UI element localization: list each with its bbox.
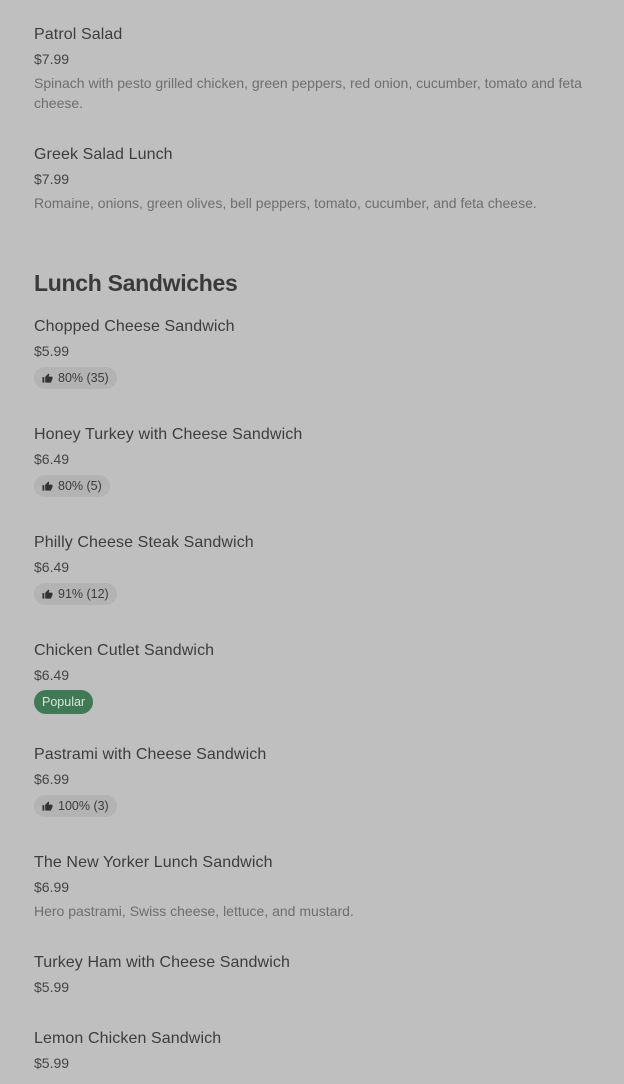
item-price: $7.99 xyxy=(34,171,70,187)
item-price: $6.99 xyxy=(34,771,70,787)
menu-item-honey-turkey-sandwich[interactable]: Honey Turkey with Cheese Sandwich $6.49 … xyxy=(34,425,600,497)
rating-pill: 80% (5) xyxy=(34,475,110,497)
menu-item-greek-salad-lunch[interactable]: Greek Salad Lunch $7.99 Romaine, onions,… xyxy=(34,145,600,213)
rating-pill: 91% (12) xyxy=(34,583,117,605)
popular-badge: Popular xyxy=(34,690,94,714)
item-price: $6.99 xyxy=(34,879,70,895)
item-description: Hero pastrami, Swiss cheese, lettuce, an… xyxy=(34,903,354,919)
item-price: $5.99 xyxy=(34,343,70,359)
item-name: Honey Turkey with Cheese Sandwich xyxy=(34,426,303,443)
item-name: Chicken Cutlet Sandwich xyxy=(34,642,215,659)
item-name: Pastrami with Cheese Sandwich xyxy=(34,746,267,763)
item-price: $5.99 xyxy=(34,979,70,995)
item-name: Philly Cheese Steak Sandwich xyxy=(34,534,254,551)
menu-item-chopped-cheese-sandwich[interactable]: Chopped Cheese Sandwich $5.99 80% (35) xyxy=(34,317,600,389)
item-description: Romaine, onions, green olives, bell pepp… xyxy=(34,195,537,211)
item-price: $6.49 xyxy=(34,451,70,467)
menu-page: Patrol Salad $7.99 Spinach with pesto gr… xyxy=(0,0,624,1084)
item-price: $6.49 xyxy=(34,667,70,683)
thumbs-up-icon xyxy=(42,800,53,812)
item-price: $5.99 xyxy=(34,1055,70,1071)
menu-item-lemon-chicken-sandwich[interactable]: Lemon Chicken Sandwich $5.99 xyxy=(34,1029,600,1072)
thumbs-up-icon xyxy=(42,480,53,492)
item-name: Lemon Chicken Sandwich xyxy=(34,1030,222,1047)
menu-item-pastrami-cheese-sandwich[interactable]: Pastrami with Cheese Sandwich $6.99 100%… xyxy=(34,745,600,817)
rating-text: 91% (12) xyxy=(58,587,109,601)
item-name: The New Yorker Lunch Sandwich xyxy=(34,854,273,871)
menu-item-chicken-cutlet-sandwich[interactable]: Chicken Cutlet Sandwich $6.49 Popular xyxy=(34,641,600,714)
rating-text: 100% (3) xyxy=(58,799,109,813)
menu-item-turkey-ham-cheese-sandwich[interactable]: Turkey Ham with Cheese Sandwich $5.99 xyxy=(34,953,600,996)
item-description: Spinach with pesto grilled chicken, gree… xyxy=(34,75,582,111)
thumbs-up-icon xyxy=(42,372,53,384)
rating-pill: 100% (3) xyxy=(34,795,117,817)
menu-item-new-yorker-lunch-sandwich[interactable]: The New Yorker Lunch Sandwich $6.99 Hero… xyxy=(34,853,600,921)
item-price: $6.49 xyxy=(34,559,70,575)
item-name: Turkey Ham with Cheese Sandwich xyxy=(34,954,290,971)
item-price: $7.99 xyxy=(34,51,70,67)
item-name: Chopped Cheese Sandwich xyxy=(34,318,235,335)
rating-text: 80% (5) xyxy=(58,479,102,493)
rating-text: 80% (35) xyxy=(58,371,109,385)
menu-item-patrol-salad[interactable]: Patrol Salad $7.99 Spinach with pesto gr… xyxy=(34,25,600,113)
thumbs-up-icon xyxy=(42,588,53,600)
item-name: Patrol Salad xyxy=(34,26,123,43)
item-name: Greek Salad Lunch xyxy=(34,146,173,163)
section-title: Lunch Sandwiches xyxy=(34,270,238,296)
rating-pill: 80% (35) xyxy=(34,367,117,389)
menu-item-philly-cheese-steak-sandwich[interactable]: Philly Cheese Steak Sandwich $6.49 91% (… xyxy=(34,533,600,605)
